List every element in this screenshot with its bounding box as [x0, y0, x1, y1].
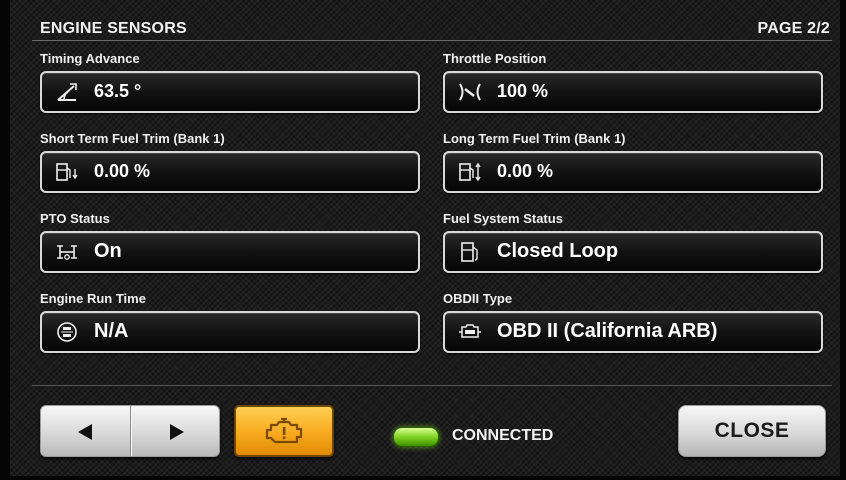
obd-icon	[457, 320, 483, 344]
sensor-value-box: N/A	[40, 311, 420, 353]
connection-status: CONNECTED	[452, 427, 554, 444]
sensor-value-box: Closed Loop	[443, 231, 823, 273]
fuel-trim-long-icon	[457, 160, 483, 184]
arrow-left-icon	[78, 424, 92, 440]
sensor-value-box: 0.00 %	[40, 151, 420, 193]
sensor-label: OBDII Type	[443, 291, 513, 306]
sensor-label: Long Term Fuel Trim (Bank 1)	[443, 131, 626, 146]
check-engine-button[interactable]	[234, 405, 334, 457]
sensor-label: Fuel System Status	[443, 211, 563, 226]
check-engine-icon	[265, 417, 303, 444]
sensor-value: N/A	[94, 320, 129, 342]
sensor-value: 63.5 °	[94, 81, 142, 101]
throttle-icon	[457, 80, 483, 104]
sensor-label: Short Term Fuel Trim (Bank 1)	[40, 131, 225, 146]
fuel-pump-icon	[457, 240, 483, 264]
sensor-value-box: OBD II (California ARB)	[443, 311, 823, 353]
frame-left	[0, 0, 10, 480]
frame-right	[840, 0, 846, 480]
screen: ENGINE SENSORS PAGE 2/2 Timing Advance 6…	[0, 0, 846, 480]
sensor-value: 0.00 %	[94, 161, 151, 181]
page-title: ENGINE SENSORS	[40, 20, 187, 37]
sensor-label: PTO Status	[40, 211, 110, 226]
pto-icon	[54, 240, 80, 264]
sensor-value: On	[94, 240, 122, 262]
sensor-value: OBD II (California ARB)	[497, 320, 718, 342]
sensor-label: Timing Advance	[40, 51, 140, 66]
arrow-right-icon	[170, 424, 184, 440]
previous-page-button[interactable]	[41, 406, 131, 456]
sensor-value: 0.00 %	[497, 161, 554, 181]
connection-led	[393, 427, 439, 447]
timing-advance-icon	[54, 80, 80, 104]
run-time-icon	[54, 320, 80, 344]
header-divider	[32, 40, 832, 41]
sensor-value-box: On	[40, 231, 420, 273]
fuel-trim-short-icon	[54, 160, 80, 184]
page-nav-group	[40, 405, 220, 457]
sensor-label: Engine Run Time	[40, 291, 146, 306]
sensor-value: Closed Loop	[497, 240, 619, 262]
sensor-value-box: 0.00 %	[443, 151, 823, 193]
next-page-button[interactable]	[131, 406, 221, 456]
page-indicator: PAGE 2/2	[757, 20, 830, 37]
sensor-label: Throttle Position	[443, 51, 547, 66]
close-button[interactable]: CLOSE	[678, 405, 826, 457]
sensor-value: 100 %	[497, 81, 549, 101]
sensor-value-box: 63.5 °	[40, 71, 420, 113]
header: ENGINE SENSORS PAGE 2/2	[40, 18, 830, 40]
sensor-value-box: 100 %	[443, 71, 823, 113]
frame-bottom	[0, 476, 846, 480]
footer-divider	[32, 385, 832, 386]
